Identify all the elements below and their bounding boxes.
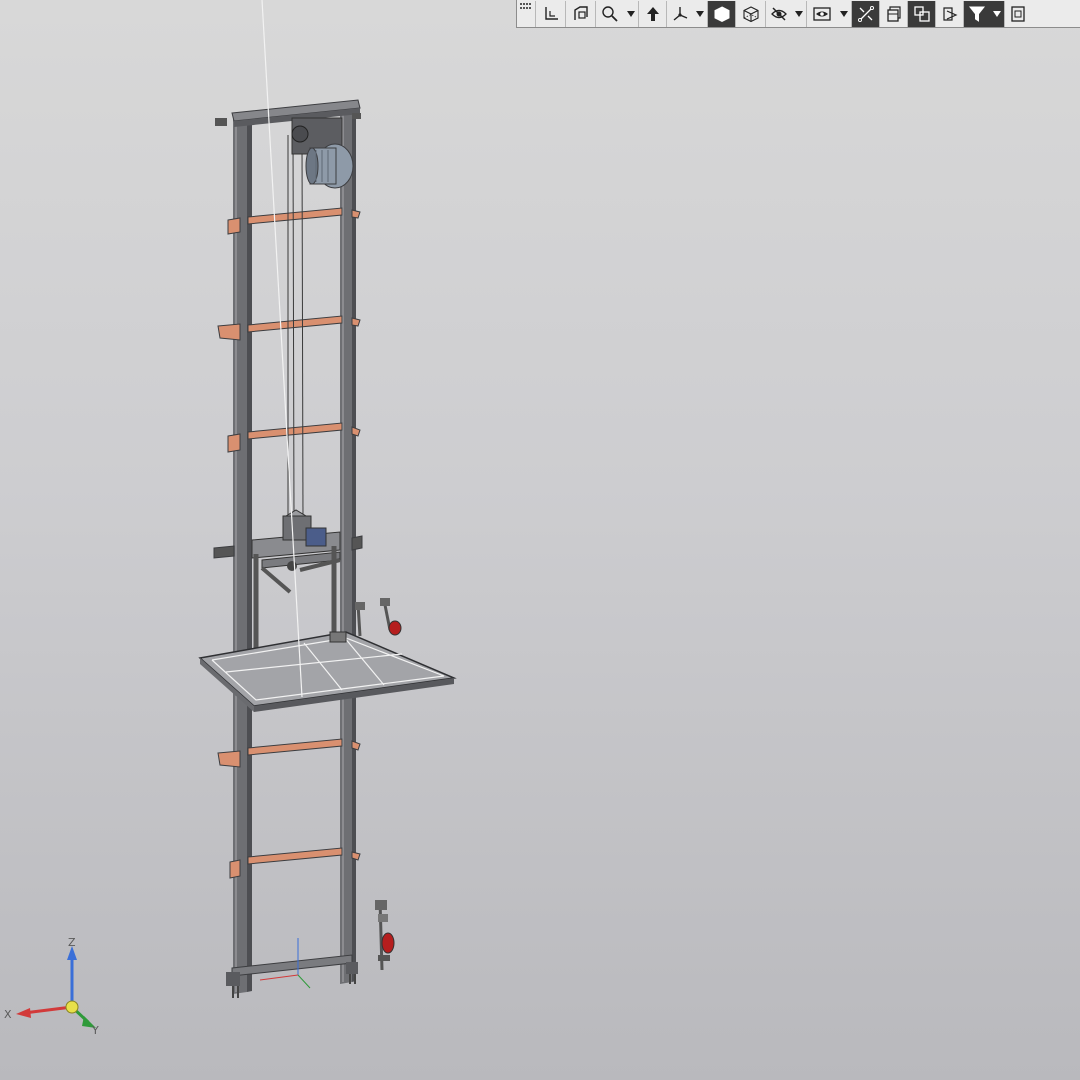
coordinate-triad: Z X Y [4, 936, 99, 1037]
x-axis-arrow [16, 1005, 73, 1018]
lower-gate-lock[interactable] [375, 899, 395, 971]
y-axis-label: Y [91, 1024, 99, 1037]
triad-origin [65, 1000, 79, 1014]
upper-gate-lock[interactable] [355, 598, 402, 637]
x-axis-label: X [4, 1008, 12, 1021]
z-axis-arrow [67, 946, 77, 1006]
z-axis-label: Z [68, 936, 76, 949]
carriage-assembly[interactable] [251, 509, 341, 648]
model-viewport[interactable] [0, 0, 1080, 1080]
hoist-cables [287, 134, 304, 523]
